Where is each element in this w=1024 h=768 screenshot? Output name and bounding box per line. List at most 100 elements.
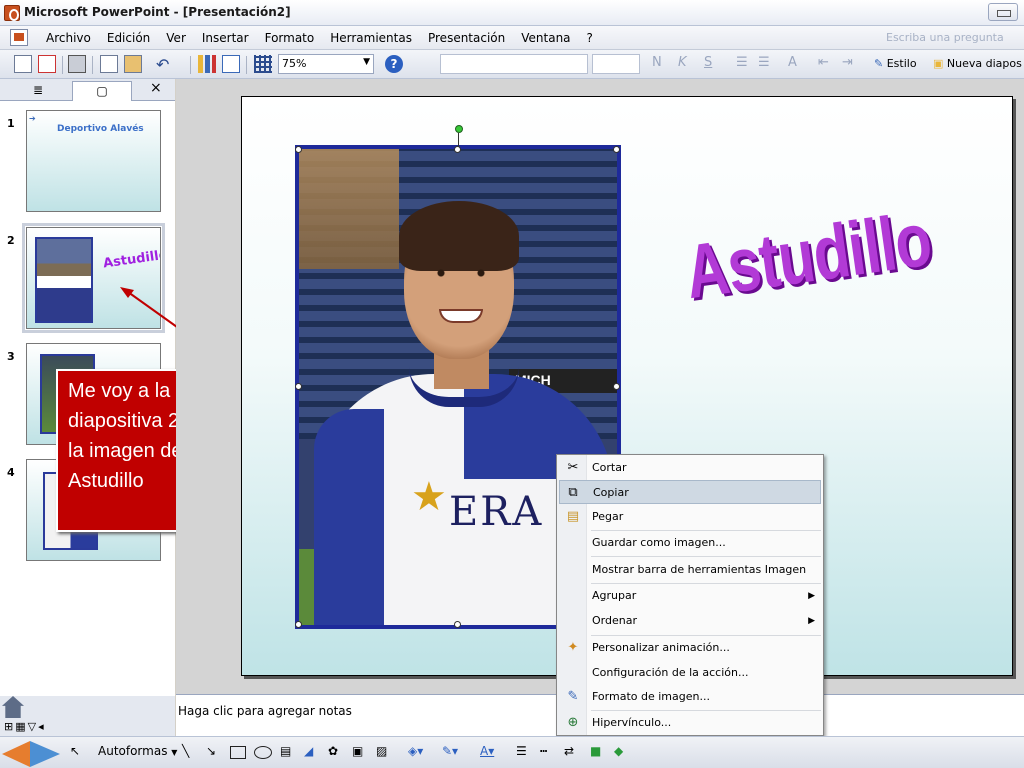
tab-slides[interactable]: ▢	[72, 81, 132, 101]
font-grow-icon[interactable]: A	[788, 55, 797, 70]
resize-handle[interactable]	[454, 621, 461, 628]
line-style-icon[interactable]: ☰	[516, 744, 527, 758]
submenu-arrow-icon: ▶	[808, 616, 815, 626]
paste-icon: ▤	[566, 509, 580, 524]
font-size-select[interactable]	[592, 54, 640, 74]
bullet-list-icon[interactable]: ☰	[758, 55, 770, 70]
resize-handle[interactable]	[295, 146, 302, 153]
copy-toolbar-icon[interactable]	[100, 55, 118, 73]
title-bar: Microsoft PowerPoint - [Presentación2]	[0, 0, 1024, 26]
select-objects-icon[interactable]: ↖	[70, 744, 80, 758]
slide-thumbnail-1[interactable]: ➔ Deportivo Alavés	[26, 110, 161, 212]
menu-item-configuracion-accion[interactable]: Configuración de la acción...	[559, 661, 821, 685]
powerpoint-icon[interactable]	[4, 5, 20, 21]
arrow-style-icon[interactable]: ⇄	[564, 744, 574, 758]
underline-icon[interactable]: S	[704, 55, 712, 70]
window-title: Microsoft PowerPoint - [Presentación2]	[24, 5, 291, 19]
insert-table-icon[interactable]	[222, 55, 240, 73]
menu-item-mostrar-barra[interactable]: Mostrar barra de herramientas Imagen	[559, 558, 821, 582]
toolbar-divider	[190, 56, 191, 74]
menu-insertar[interactable]: Insertar	[194, 31, 257, 45]
wordart-icon[interactable]: ◢	[304, 744, 313, 758]
menu-item-hipervinculo[interactable]: ⊕ Hipervínculo...	[559, 711, 821, 735]
resize-handle[interactable]	[295, 383, 302, 390]
thumbnail-title: Deportivo Alavés	[57, 124, 144, 134]
numbered-list-icon[interactable]: ☰	[736, 55, 748, 70]
clipart-icon[interactable]: ▣	[352, 744, 363, 758]
font-color-icon[interactable]: A▾	[480, 744, 494, 758]
menu-item-guardar-imagen[interactable]: Guardar como imagen...	[559, 531, 821, 555]
print-icon[interactable]	[68, 55, 86, 73]
star-icon: ★	[411, 474, 447, 520]
undo-icon[interactable]: ↶	[156, 55, 174, 74]
3d-icon[interactable]: ◆	[614, 744, 623, 758]
dash-style-icon[interactable]: ┅	[540, 744, 547, 758]
oval-icon[interactable]	[254, 746, 272, 759]
menu-edicion[interactable]: Edición	[99, 31, 158, 45]
copy-icon: ⧉	[568, 485, 578, 500]
resize-handle[interactable]	[613, 146, 620, 153]
view-mode-icons[interactable]: ⊞▦▽◂	[4, 720, 46, 733]
document-icon[interactable]	[10, 29, 28, 46]
home-icon[interactable]	[2, 696, 24, 718]
menu-item-personalizar-animacion[interactable]: ✦ Personalizar animación...	[559, 636, 821, 660]
close-pane-button[interactable]: ×	[150, 80, 162, 96]
menu-ver[interactable]: Ver	[158, 31, 194, 45]
toolbar-divider	[62, 56, 63, 74]
italic-icon[interactable]: K	[678, 55, 687, 70]
menu-presentacion[interactable]: Presentación	[420, 31, 513, 45]
resize-handle[interactable]	[454, 146, 461, 153]
line-color-icon[interactable]: ✎▾	[442, 744, 458, 758]
menu-ventana[interactable]: Ventana	[513, 31, 578, 45]
restore-window-button[interactable]	[988, 3, 1018, 21]
menu-formato[interactable]: Formato	[257, 31, 323, 45]
thumbnail-wordart: Astudillo	[102, 247, 161, 272]
previous-slide-icon[interactable]	[2, 741, 30, 767]
insert-chart-icon[interactable]	[198, 55, 216, 73]
menu-bar: Archivo Edición Ver Insertar Formato Her…	[0, 26, 1024, 50]
tab-outline[interactable]: ≣	[8, 81, 68, 101]
help-icon[interactable]: ?	[385, 55, 403, 73]
resize-handle[interactable]	[613, 383, 620, 390]
bold-icon[interactable]: N	[652, 55, 662, 70]
menu-item-cortar[interactable]: ✂ Cortar	[559, 456, 821, 480]
menu-help[interactable]: ?	[579, 31, 601, 45]
slide-thumbnail-2[interactable]: Astudillo	[22, 223, 165, 333]
zoom-value: 75%	[282, 57, 307, 70]
new-slide-button[interactable]: ▣ Nueva diapos	[933, 57, 1022, 70]
menu-herramientas[interactable]: Herramientas	[322, 31, 420, 45]
menu-item-pegar[interactable]: ▤ Pegar	[559, 505, 821, 529]
menu-item-formato-imagen[interactable]: ✎ Formato de imagen...	[559, 685, 821, 709]
textbox-icon[interactable]: ▤	[280, 744, 291, 758]
drawing-toolbar: ↖ Autoformas ▼ ╲ ↘ ▤ ◢ ✿ ▣ ▨ ◈▾ ✎▾ A▾ ☰ …	[0, 736, 1024, 768]
menu-item-agrupar[interactable]: Agrupar ▶	[559, 584, 821, 608]
zoom-select[interactable]: 75% ▼	[278, 54, 374, 74]
menu-item-copiar[interactable]: ⧉ Copiar	[559, 480, 821, 504]
resize-handle[interactable]	[295, 621, 302, 628]
menu-archivo[interactable]: Archivo	[38, 31, 99, 45]
grid-icon[interactable]	[254, 55, 272, 73]
autoshapes-menu[interactable]: Autoformas ▼	[98, 744, 177, 758]
indent-decrease-icon[interactable]: ⇤	[818, 55, 829, 70]
menu-separator	[591, 556, 821, 557]
slide-number: 1	[7, 117, 15, 130]
font-name-select[interactable]	[440, 54, 588, 74]
paste-toolbar-icon[interactable]	[124, 55, 142, 73]
design-style-button[interactable]: ✎ Estilo	[874, 57, 917, 70]
indent-increase-icon[interactable]: ⇥	[842, 55, 853, 70]
fill-color-icon[interactable]: ◈▾	[408, 744, 423, 758]
next-slide-icon[interactable]	[30, 741, 60, 767]
diagram-icon[interactable]: ✿	[328, 744, 338, 758]
open-document-icon[interactable]	[38, 55, 56, 73]
rectangle-icon[interactable]	[230, 746, 246, 759]
menu-item-ordenar[interactable]: Ordenar ▶	[559, 609, 821, 633]
player-eyes	[431, 269, 491, 277]
insert-picture-icon[interactable]: ▨	[376, 744, 387, 758]
new-document-icon[interactable]	[14, 55, 32, 73]
ask-question-box[interactable]: Escriba una pregunta	[886, 31, 1004, 44]
shadow-icon[interactable]: ■	[590, 744, 601, 758]
line-icon[interactable]: ╲	[182, 744, 189, 758]
rotation-handle[interactable]	[455, 125, 463, 133]
arrow-icon[interactable]: ↘	[206, 744, 216, 758]
scissors-icon: ✂	[567, 460, 579, 475]
